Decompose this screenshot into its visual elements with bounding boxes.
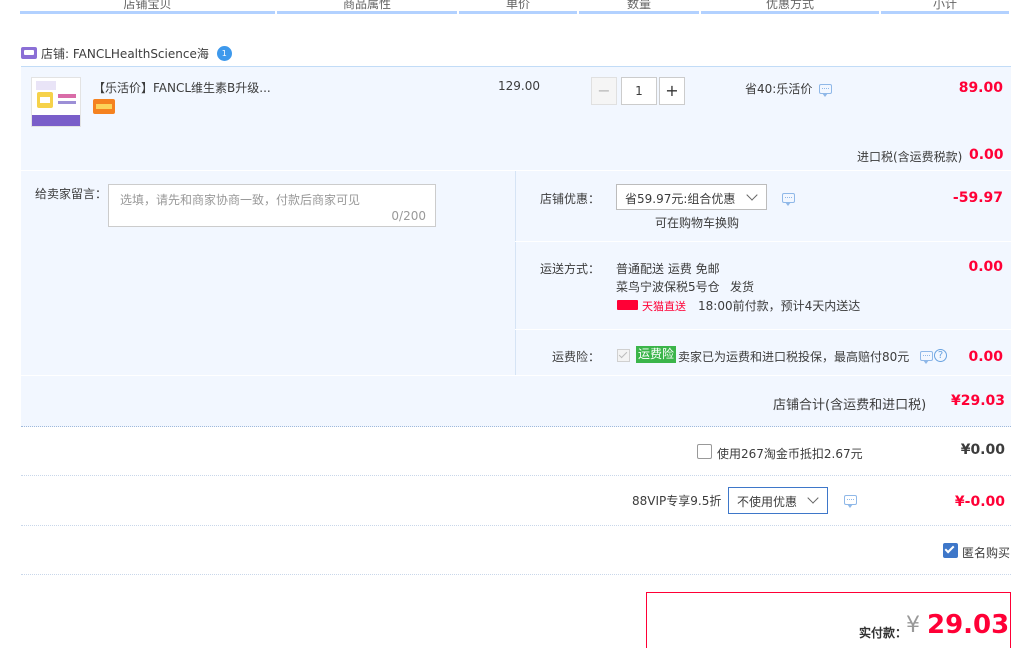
quantity-decrease-button[interactable]: − bbox=[591, 77, 617, 105]
import-tax-label: 进口税(含运费税款) bbox=[857, 150, 963, 164]
header-col-attr: 商品属性 bbox=[342, 0, 391, 11]
shop-icon bbox=[21, 47, 37, 59]
header-col-discount: 优惠方式 bbox=[765, 0, 814, 11]
quantity-stepper: − 1 + bbox=[591, 77, 687, 105]
header-col-price: 单价 bbox=[505, 0, 530, 11]
message-field[interactable]: 选填，请先和商家协商一致，付款后商家可见 0/200 bbox=[108, 184, 436, 227]
unit-price: 129.00 bbox=[498, 79, 540, 93]
shop-discount-value: -59.97 bbox=[952, 190, 1003, 206]
quantity-input[interactable]: 1 bbox=[621, 77, 657, 105]
anonymous-label: 匿名购买 bbox=[962, 546, 1011, 560]
shipping-method: 普通配送 运费 免邮 bbox=[616, 262, 720, 276]
insurance-desc: 卖家已为运费和进口税投保，最高赔付80元 bbox=[678, 350, 910, 364]
vip-select[interactable]: 不使用优惠 bbox=[728, 487, 828, 514]
shop-discount-note: 可在购物车换购 bbox=[655, 216, 740, 230]
vip-value: ¥-0.00 bbox=[954, 494, 1005, 510]
payment-currency: ¥ bbox=[906, 613, 920, 638]
product-promo-icon bbox=[93, 99, 115, 114]
shop-total-label: 店铺合计(含运费和进口税) bbox=[773, 398, 927, 413]
shop-name-link[interactable]: 店铺: FANCLHealthScience海 bbox=[41, 45, 209, 62]
quantity-increase-button[interactable]: + bbox=[659, 77, 685, 105]
vip-chat-icon[interactable] bbox=[844, 495, 857, 508]
tmall-cat-icon bbox=[617, 300, 638, 310]
chevron-down-icon bbox=[746, 189, 758, 201]
shop-total-value: ¥29.03 bbox=[950, 393, 1005, 409]
message-counter: 0/200 bbox=[391, 209, 426, 223]
shipping-label: 运送方式： bbox=[540, 262, 601, 276]
order-options-block: 给卖家留言： 选填，请先和商家协商一致，付款后商家可见 0/200 店铺优惠： … bbox=[21, 171, 1011, 375]
message-placeholder: 选填，请先和商家协商一致，付款后商家可见 bbox=[120, 193, 361, 207]
vip-row: 88VIP专享9.5折 不使用优惠 ¥-0.00 bbox=[21, 477, 1011, 526]
shop-discount-selected: 省59.97元:组合优惠 bbox=[625, 192, 736, 206]
product-title-link[interactable]: 【乐活价】FANCL维生素B升级... bbox=[93, 79, 283, 96]
tmall-direct-badge: 天猫直送 bbox=[642, 300, 686, 313]
item-discount-chat-icon[interactable] bbox=[819, 84, 832, 97]
item-discount-label: 省40:乐活价 bbox=[745, 82, 813, 96]
coins-value: ¥0.00 bbox=[960, 442, 1005, 458]
insurance-checkbox[interactable] bbox=[617, 349, 630, 362]
shipping-warehouse: 菜鸟宁波保税5号仓 bbox=[616, 280, 720, 294]
message-label: 给卖家留言： bbox=[35, 187, 108, 201]
shop-discount-chat-icon[interactable] bbox=[782, 193, 795, 206]
payment-box: 实付款： ¥ 29.03 bbox=[646, 592, 1011, 648]
header-col-subtotal: 小计 bbox=[932, 0, 957, 11]
import-tax-value: 0.00 bbox=[969, 147, 1004, 163]
item-subtotal: 89.00 bbox=[958, 80, 1003, 96]
shop-discount-select[interactable]: 省59.97元:组合优惠 bbox=[616, 184, 767, 210]
header-col-qty: 数量 bbox=[626, 0, 651, 11]
anonymous-checkbox[interactable] bbox=[943, 543, 958, 558]
payment-amount: 29.03 bbox=[927, 610, 1010, 640]
chevron-down-icon bbox=[807, 492, 819, 504]
shop-chat-icon[interactable]: 1 bbox=[216, 45, 232, 61]
coins-checkbox[interactable] bbox=[697, 444, 712, 459]
insurance-value: 0.00 bbox=[968, 349, 1003, 365]
coins-label: 使用267淘金币抵扣2.67元 bbox=[717, 447, 863, 461]
vip-selected: 不使用优惠 bbox=[737, 495, 798, 509]
shop-row: 店铺: FANCLHealthScience海 1 bbox=[21, 45, 232, 61]
shop-total-row: 店铺合计(含运费和进口税) ¥29.03 bbox=[21, 376, 1011, 427]
vip-label: 88VIP专享9.5折 bbox=[632, 494, 722, 508]
coins-row: 使用267淘金币抵扣2.67元 ¥0.00 bbox=[21, 428, 1011, 476]
item-row: 【乐活价】FANCL维生素B升级... 129.00 − 1 + 省40:乐活价… bbox=[21, 66, 1011, 170]
shipping-action: 发货 bbox=[730, 280, 755, 294]
header-col-item: 店铺宝贝 bbox=[123, 0, 172, 11]
product-image[interactable] bbox=[31, 77, 81, 127]
shop-discount-label: 店铺优惠： bbox=[540, 192, 601, 206]
shop-chat-badge: 1 bbox=[221, 48, 227, 58]
shipping-value: 0.00 bbox=[968, 259, 1003, 275]
insurance-label: 运费险： bbox=[552, 350, 601, 364]
insurance-tag: 运费险 bbox=[636, 346, 677, 363]
anonymous-row: 匿名购买 bbox=[21, 527, 1011, 575]
payment-label: 实付款： bbox=[859, 626, 908, 640]
shipping-eta: 18:00前付款，预计4天内送达 bbox=[698, 299, 861, 313]
